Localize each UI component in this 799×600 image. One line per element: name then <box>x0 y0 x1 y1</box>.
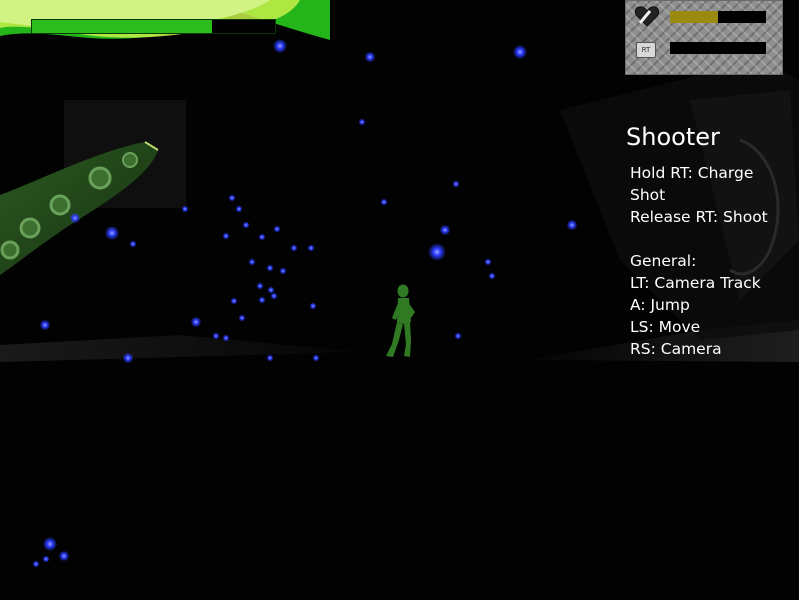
particle <box>439 224 451 236</box>
control-line: Hold RT: Charge <box>630 164 754 182</box>
particle <box>242 221 250 229</box>
controls-help: Shooter Hold RT: Charge Shot Release RT:… <box>626 121 799 360</box>
controls-list: Hold RT: Charge Shot Release RT: Shoot G… <box>626 162 799 360</box>
particle <box>270 292 278 300</box>
particle <box>258 233 266 241</box>
particle <box>222 232 230 240</box>
rt-icon-label: RT <box>636 42 656 58</box>
control-line: RS: Camera <box>630 340 722 358</box>
control-line: LT: Camera Track <box>630 274 761 292</box>
particle <box>258 296 266 304</box>
particle <box>58 550 70 562</box>
particle <box>266 354 274 362</box>
particle <box>228 194 236 202</box>
charge-bar <box>670 42 766 54</box>
particle <box>129 240 137 248</box>
particle <box>122 352 134 364</box>
health-bar-fill <box>32 20 212 33</box>
particle <box>484 258 492 266</box>
rt-trigger-icon: RT <box>634 38 660 62</box>
particle <box>32 560 40 568</box>
health-bar <box>31 19 276 34</box>
control-line: A: Jump <box>630 296 690 314</box>
particle <box>222 334 230 342</box>
particle <box>235 205 243 213</box>
particle <box>309 302 317 310</box>
particle <box>42 555 50 563</box>
particle <box>238 314 246 322</box>
particle <box>69 212 81 224</box>
particle <box>454 332 462 340</box>
particle <box>181 205 189 213</box>
particle <box>279 267 287 275</box>
player-character <box>386 284 415 357</box>
control-line: Shot <box>630 186 666 204</box>
particle <box>364 51 376 63</box>
particle <box>212 332 220 340</box>
particle <box>312 354 320 362</box>
status-panel: RT <box>625 0 783 75</box>
control-line: General: <box>630 252 697 270</box>
particle <box>512 44 528 60</box>
particle <box>230 297 238 305</box>
particle <box>428 243 446 261</box>
particle <box>39 319 51 331</box>
health-hud <box>0 0 330 48</box>
particle <box>290 244 298 252</box>
particle <box>190 316 202 328</box>
control-line: LS: Move <box>630 318 701 336</box>
heart-icon <box>634 5 660 29</box>
controls-title: Shooter <box>626 123 720 151</box>
control-line: Release RT: Shoot <box>630 208 768 226</box>
particle <box>452 180 460 188</box>
particle <box>266 264 274 272</box>
control-line-spacer <box>630 228 799 250</box>
particle <box>42 536 58 552</box>
particle <box>307 244 315 252</box>
particle <box>248 258 256 266</box>
particle <box>566 219 578 231</box>
life-bar-fill <box>670 11 718 23</box>
particle <box>273 225 281 233</box>
particle <box>380 198 388 206</box>
particle <box>104 225 120 241</box>
life-bar <box>670 11 766 23</box>
particle <box>358 118 366 126</box>
particle <box>488 272 496 280</box>
particle <box>256 282 264 290</box>
